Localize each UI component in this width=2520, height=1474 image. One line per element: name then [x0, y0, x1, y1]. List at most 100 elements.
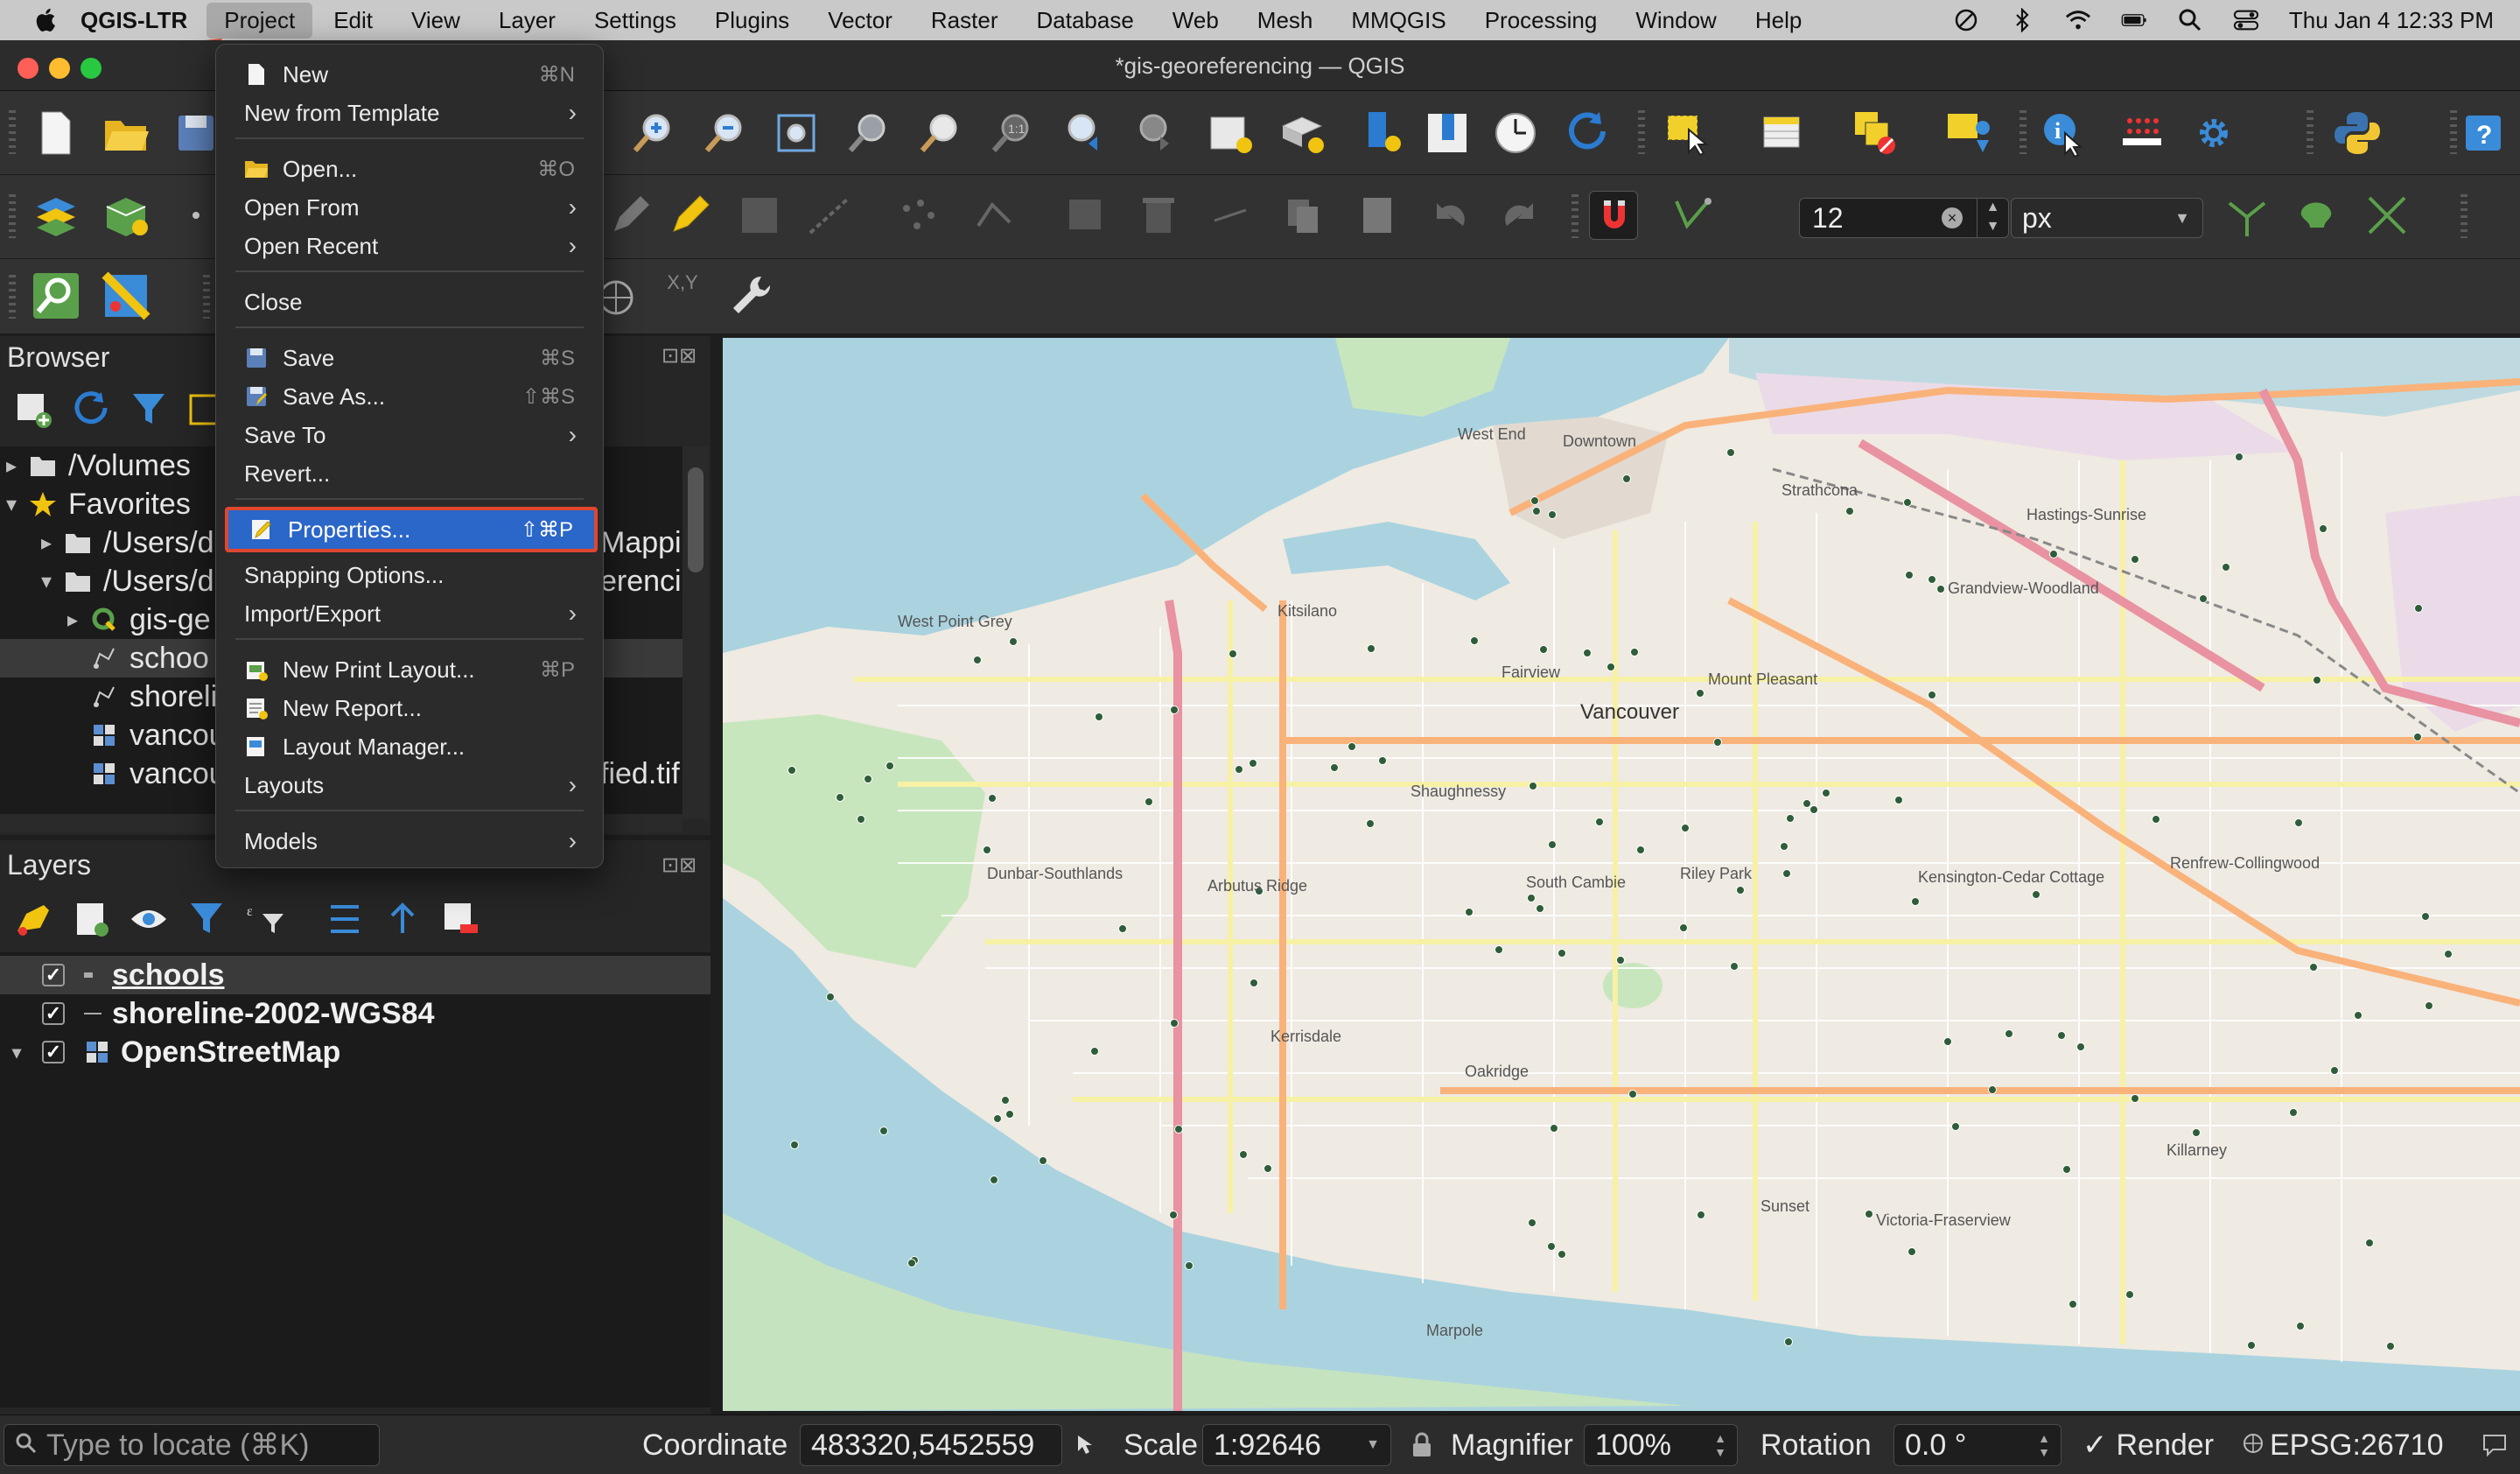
- menu-item-open-from[interactable]: Open From ›: [223, 188, 596, 227]
- save-layer-edits-icon[interactable]: [735, 191, 784, 240]
- menu-help[interactable]: Help: [1738, 3, 1819, 39]
- menu-item-open-recent[interactable]: Open Recent ›: [223, 227, 596, 265]
- apple-logo-icon[interactable]: [32, 5, 61, 35]
- menu-item-new[interactable]: New ⌘N: [223, 55, 596, 94]
- add-group-icon[interactable]: [70, 898, 112, 940]
- expand-arrow-icon[interactable]: ▾: [35, 569, 58, 594]
- menu-item-models[interactable]: Models ›: [223, 822, 596, 860]
- copy-features-icon[interactable]: [1279, 191, 1328, 240]
- menu-window[interactable]: Window: [1618, 3, 1733, 39]
- open-project-icon[interactable]: [102, 109, 150, 158]
- wrench-icon[interactable]: [726, 271, 775, 320]
- lock-scale-icon[interactable]: [1410, 1424, 1433, 1466]
- help-icon[interactable]: ?: [2459, 109, 2508, 158]
- menu-layer[interactable]: Layer: [481, 3, 573, 39]
- temporal-controller-icon[interactable]: [1491, 109, 1540, 158]
- refresh-icon[interactable]: [1563, 109, 1612, 158]
- expand-arrow-icon[interactable]: ▸: [0, 453, 23, 479]
- gear-icon[interactable]: [2189, 109, 2238, 158]
- snapping-magnet-icon[interactable]: [1589, 191, 1638, 240]
- panel-float-close-buttons[interactable]: ⊡⊠: [662, 853, 696, 878]
- scrollbar-thumb[interactable]: [688, 467, 704, 572]
- statistics-icon[interactable]: [2118, 109, 2166, 158]
- focus-icon[interactable]: [1953, 8, 1979, 32]
- menubar-clock[interactable]: Thu Jan 4 12:33 PM: [2289, 7, 2494, 34]
- battery-icon[interactable]: [2121, 8, 2147, 32]
- remove-layer-icon[interactable]: [439, 898, 481, 940]
- wifi-icon[interactable]: [2065, 8, 2091, 32]
- trace-tool-icon[interactable]: [2222, 191, 2272, 240]
- menu-item-save[interactable]: Save ⌘S: [223, 339, 596, 377]
- toolbar-grip[interactable]: [203, 275, 210, 319]
- menu-mmqgis[interactable]: MMQGIS: [1334, 3, 1463, 39]
- messages-icon[interactable]: [2482, 1424, 2508, 1466]
- delete-selected-icon[interactable]: [1134, 191, 1183, 240]
- menu-web[interactable]: Web: [1155, 3, 1236, 39]
- scale-combobox[interactable]: 1:92646 ▼: [1202, 1424, 1391, 1466]
- menu-item-save-as[interactable]: Save As... ⇧⌘S: [223, 377, 596, 416]
- filter-icon[interactable]: [128, 389, 170, 431]
- toolbar-grip[interactable]: [2450, 110, 2457, 154]
- new-3d-view-icon[interactable]: [1278, 109, 1326, 158]
- advanced-digitizing-icon[interactable]: [2292, 191, 2342, 240]
- topological-editing-icon[interactable]: [2362, 191, 2412, 240]
- layer-visibility-checkbox[interactable]: ✓: [42, 964, 65, 986]
- crs-button[interactable]: EPSG:26710: [2242, 1424, 2443, 1466]
- magnifier-spinbox[interactable]: 100% ▲ ▼: [1584, 1424, 1738, 1466]
- add-point-feature-icon[interactable]: [896, 191, 945, 240]
- menu-item-properties[interactable]: Properties... ⇧⌘P: [225, 507, 598, 552]
- spin-arrows-icon[interactable]: ▲ ▼: [1977, 198, 2008, 238]
- toolbar-grip[interactable]: [2020, 110, 2026, 154]
- menu-database[interactable]: Database: [1018, 3, 1151, 39]
- new-project-icon[interactable]: [32, 109, 80, 158]
- layer-visibility-checkbox[interactable]: ✓: [42, 1002, 65, 1025]
- rotation-spinbox[interactable]: 0.0 ° ▲ ▼: [1894, 1424, 2062, 1466]
- toggle-extents-icon[interactable]: [1073, 1424, 1099, 1466]
- spin-arrows-icon[interactable]: ▲ ▼: [1714, 1431, 1726, 1459]
- toolbar-grip[interactable]: [2306, 110, 2314, 154]
- snap-units-select[interactable]: px ▼: [2011, 198, 2203, 238]
- render-checkbox[interactable]: ✓ Render: [2082, 1424, 2214, 1466]
- attribute-table-select-icon[interactable]: [1759, 109, 1808, 158]
- paste-features-icon[interactable]: [1353, 191, 1402, 240]
- save-project-icon[interactable]: [172, 109, 220, 158]
- snap-tolerance-spinbox[interactable]: 12 × ▲ ▼: [1799, 198, 2009, 238]
- menu-item-new-print-layout[interactable]: New Print Layout... ⌘P: [223, 650, 596, 689]
- edit-pencil-icon[interactable]: [606, 191, 654, 240]
- menu-item-new-from-template[interactable]: New from Template ›: [223, 94, 596, 132]
- menu-item-layouts[interactable]: Layouts ›: [223, 766, 596, 804]
- menu-mesh[interactable]: Mesh: [1240, 3, 1331, 39]
- show-bookmarks-icon[interactable]: [1423, 109, 1472, 158]
- layer-styling-icon[interactable]: [12, 898, 54, 940]
- expand-arrow-icon[interactable]: ▾: [12, 1042, 21, 1063]
- menu-view[interactable]: View: [394, 3, 478, 39]
- layer-visibility-checkbox[interactable]: ✓: [42, 1041, 65, 1063]
- clear-field-icon[interactable]: ×: [1942, 207, 1963, 228]
- menu-item-revert[interactable]: Revert...: [223, 454, 596, 493]
- processing-toolbox-icon[interactable]: [102, 271, 150, 320]
- digitize-icon[interactable]: [172, 191, 220, 240]
- layer-item-shoreline[interactable]: ✓ shoreline-2002-WGS84: [0, 994, 710, 1033]
- select-features-icon[interactable]: [1664, 109, 1713, 158]
- toolbar-grip[interactable]: [1638, 110, 1645, 154]
- filter-by-expression-icon[interactable]: ε: [243, 898, 296, 940]
- identify-features-icon[interactable]: i: [2039, 109, 2088, 158]
- app-name[interactable]: QGIS-LTR: [80, 7, 187, 34]
- toolbar-grip[interactable]: [2460, 194, 2468, 238]
- zoom-to-selection-icon[interactable]: [844, 109, 892, 158]
- browser-scrollbar[interactable]: [682, 446, 709, 819]
- undo-icon[interactable]: [1424, 191, 1474, 240]
- menu-raster[interactable]: Raster: [914, 3, 1016, 39]
- zoom-in-icon[interactable]: [628, 109, 677, 158]
- zoom-to-layer-icon[interactable]: [915, 109, 964, 158]
- layer-item-openstreetmap[interactable]: ▾ ✓ OpenStreetMap: [0, 1033, 710, 1071]
- menu-item-open[interactable]: Open... ⌘O: [223, 150, 596, 188]
- toolbar-grip[interactable]: [9, 194, 16, 238]
- expand-all-icon[interactable]: [324, 898, 366, 940]
- modify-attributes-icon[interactable]: [1062, 191, 1111, 240]
- bluetooth-icon[interactable]: [2009, 8, 2035, 32]
- deselect-all-icon[interactable]: [1852, 109, 1900, 158]
- spin-arrows-icon[interactable]: ▲ ▼: [2038, 1431, 2050, 1459]
- add-line-feature-icon[interactable]: [805, 191, 854, 240]
- layer-item-schools[interactable]: ✓ schools: [0, 956, 710, 994]
